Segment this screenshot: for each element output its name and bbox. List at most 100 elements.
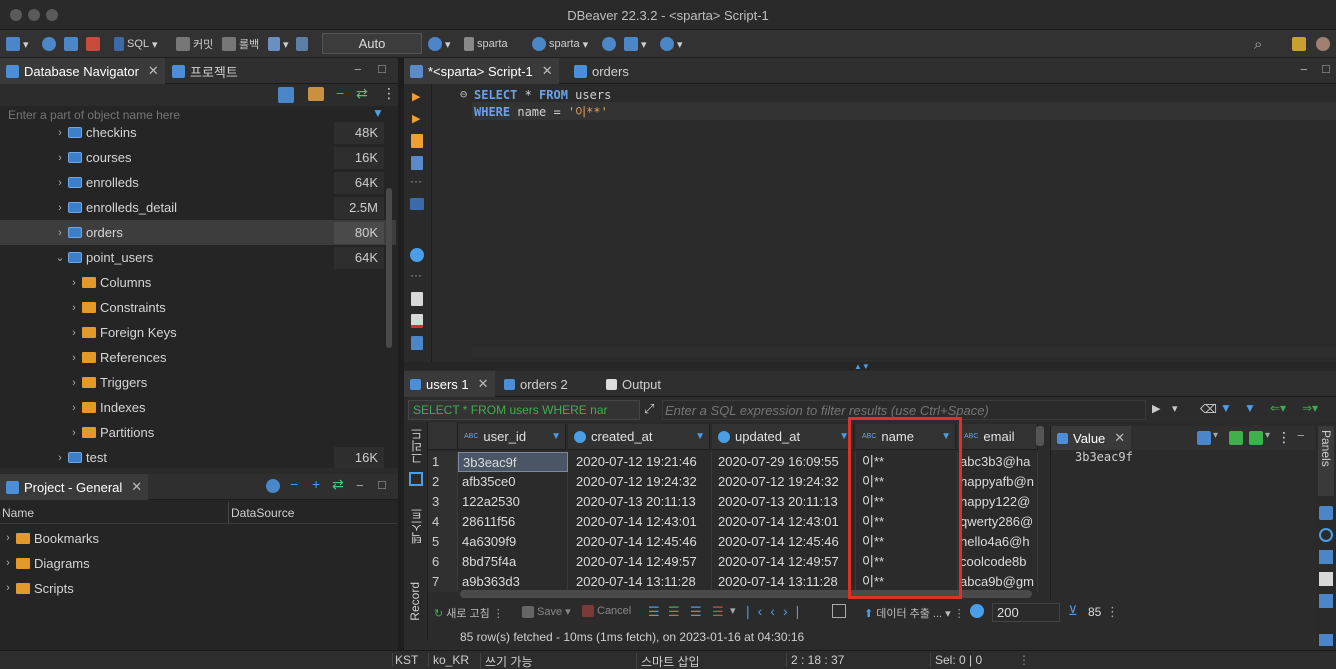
- column-header-created-at[interactable]: created_at ▼: [568, 424, 710, 450]
- maximize-icon[interactable]: □: [1322, 61, 1330, 76]
- column-header-email[interactable]: ABC email: [958, 424, 1038, 450]
- tab-value[interactable]: Value ✕: [1051, 426, 1132, 450]
- tab-project[interactable]: 프로젝트: [166, 58, 244, 84]
- navigator-scrollbar[interactable]: [386, 188, 392, 348]
- chevron-right-icon[interactable]: ›: [0, 582, 16, 594]
- panels-toggle[interactable]: Panels: [1318, 426, 1334, 496]
- navigator-item[interactable]: › Foreign Keys: [0, 320, 396, 345]
- cell-updated-at[interactable]: 2020-07-14 12:45:46: [712, 532, 856, 552]
- execute-script-icon[interactable]: [411, 134, 423, 148]
- chevron-right-icon[interactable]: ›: [66, 327, 82, 339]
- references-icon[interactable]: [1319, 572, 1333, 586]
- cell-created-at[interactable]: 2020-07-14 13:11:28: [568, 572, 712, 592]
- eraser-icon[interactable]: ⌫: [1200, 402, 1217, 416]
- save-button[interactable]: Save ▾: [522, 605, 571, 618]
- copy-row-icon[interactable]: ☰: [690, 604, 702, 620]
- tab-output[interactable]: Output: [600, 371, 667, 397]
- project-item[interactable]: › Scripts: [0, 577, 74, 599]
- cell-created-at[interactable]: 2020-07-12 19:24:32: [568, 472, 712, 492]
- chevron-right-icon[interactable]: ›: [0, 532, 16, 544]
- chevron-right-icon[interactable]: ›: [52, 227, 68, 239]
- invalidate-button[interactable]: [64, 35, 78, 53]
- filter-settings-icon[interactable]: ▼: [1220, 401, 1232, 415]
- collapse-icon[interactable]: −: [290, 476, 298, 492]
- more-icon[interactable]: ⋮: [1106, 604, 1119, 620]
- viewer-menu-icon[interactable]: ▾: [1213, 430, 1218, 441]
- navigator-item[interactable]: › Indexes: [0, 395, 396, 420]
- navigator-item[interactable]: › Triggers: [0, 370, 396, 395]
- close-icon[interactable]: ✕: [478, 376, 489, 392]
- configure-icon[interactable]: [266, 479, 280, 493]
- terminal-icon[interactable]: [410, 198, 424, 210]
- new-connection-button[interactable]: ▾: [6, 35, 29, 53]
- navigator-item[interactable]: › References: [0, 345, 396, 370]
- cancel-button[interactable]: Cancel: [582, 605, 631, 617]
- rollback-button[interactable]: 롤백: [222, 35, 259, 53]
- dashboard-button[interactable]: [602, 35, 616, 53]
- cell-email[interactable]: abc3b3@ha: [958, 452, 1038, 472]
- tab-orders[interactable]: orders: [568, 58, 635, 84]
- minimize-icon[interactable]: −: [354, 62, 362, 77]
- row-count-icon[interactable]: ⊻: [1068, 603, 1078, 619]
- export-script-icon[interactable]: [411, 336, 423, 350]
- cell-user-id[interactable]: 28611f56: [458, 512, 568, 532]
- cell-created-at[interactable]: 2020-07-14 12:45:46: [568, 532, 712, 552]
- col-datasource[interactable]: DataSource: [228, 502, 294, 524]
- chevron-right-icon[interactable]: ›: [52, 202, 68, 214]
- execute-statement-icon[interactable]: ▶: [412, 90, 420, 103]
- cell-email[interactable]: qwerty286@: [958, 512, 1038, 532]
- cell-created-at[interactable]: 2020-07-12 19:21:46: [568, 452, 712, 472]
- code-line-1[interactable]: SELECT * FROM users: [474, 88, 611, 102]
- close-icon[interactable]: ✕: [542, 63, 553, 79]
- expand-icon[interactable]: ⤢: [644, 401, 654, 417]
- minimize-icon[interactable]: −: [1297, 428, 1305, 443]
- load-from-file-icon[interactable]: [1249, 431, 1263, 445]
- chevron-right-icon[interactable]: ›: [66, 277, 82, 289]
- save-script-icon[interactable]: [411, 314, 423, 328]
- more-icon[interactable]: ···: [410, 174, 422, 188]
- chevron-right-icon[interactable]: ›: [66, 352, 82, 364]
- global-search-button[interactable]: ⌕: [1254, 35, 1262, 53]
- file-menu-icon[interactable]: ▾: [1265, 430, 1270, 441]
- cell-updated-at[interactable]: 2020-07-14 13:11:28: [712, 572, 856, 592]
- add-row-icon[interactable]: ☰: [668, 604, 680, 620]
- tab-database-navigator[interactable]: Database Navigator ✕: [0, 58, 165, 84]
- cell-email[interactable]: abca9b@gm: [958, 572, 1038, 592]
- fetch-size-input[interactable]: [992, 603, 1060, 622]
- navigator-item[interactable]: › courses 16K: [0, 145, 396, 170]
- cell-user-id[interactable]: 3b3eac9f: [458, 452, 568, 472]
- close-icon[interactable]: ✕: [1114, 430, 1125, 446]
- cell-email[interactable]: happy122@: [958, 492, 1038, 512]
- cell-updated-at[interactable]: 2020-07-14 12:43:01: [712, 512, 856, 532]
- minimize-icon[interactable]: −: [1300, 62, 1308, 77]
- more-icon[interactable]: ···: [410, 268, 422, 282]
- chevron-right-icon[interactable]: ›: [66, 427, 82, 439]
- navigator-item[interactable]: › orders 80K: [0, 220, 396, 245]
- collapse-all-icon[interactable]: −: [336, 85, 344, 101]
- split-arrows-icon[interactable]: ▲▼: [854, 362, 870, 371]
- cell-created-at[interactable]: 2020-07-13 20:11:13: [568, 492, 712, 512]
- project-item[interactable]: › Diagrams: [0, 552, 89, 574]
- chevron-right-icon[interactable]: ›: [0, 557, 16, 569]
- layout-icon[interactable]: [1319, 594, 1333, 608]
- apply-filter-icon[interactable]: ▶: [1152, 402, 1160, 415]
- commit-button[interactable]: 커밋: [176, 35, 213, 53]
- delete-row-icon[interactable]: ☰: [712, 604, 724, 620]
- user-avatar[interactable]: [1316, 35, 1330, 53]
- navigator-item[interactable]: ⌄ point_users 64K: [0, 245, 396, 270]
- explain-plan-icon[interactable]: [411, 156, 423, 170]
- editor-hscroll[interactable]: [472, 346, 1336, 358]
- chevron-right-icon[interactable]: ›: [52, 127, 68, 139]
- cell-user-id[interactable]: 122a2530: [458, 492, 568, 512]
- forward-icon[interactable]: ⇒▾: [1302, 401, 1318, 415]
- tx-log-button[interactable]: [296, 35, 308, 53]
- close-icon[interactable]: ✕: [148, 63, 159, 79]
- grid-view-icon[interactable]: [409, 472, 423, 486]
- page-navigation[interactable]: |‹‹›|: [746, 603, 807, 619]
- close-icon[interactable]: ✕: [131, 479, 142, 495]
- value-content[interactable]: 3b3eac9f: [1075, 450, 1133, 464]
- code-line-2[interactable]: WHERE name = '이**': [474, 103, 608, 120]
- tab-script-1[interactable]: *<sparta> Script-1 ✕: [404, 58, 559, 84]
- cell-email[interactable]: happyafb@n: [958, 472, 1038, 492]
- new-connection-icon[interactable]: [278, 87, 294, 103]
